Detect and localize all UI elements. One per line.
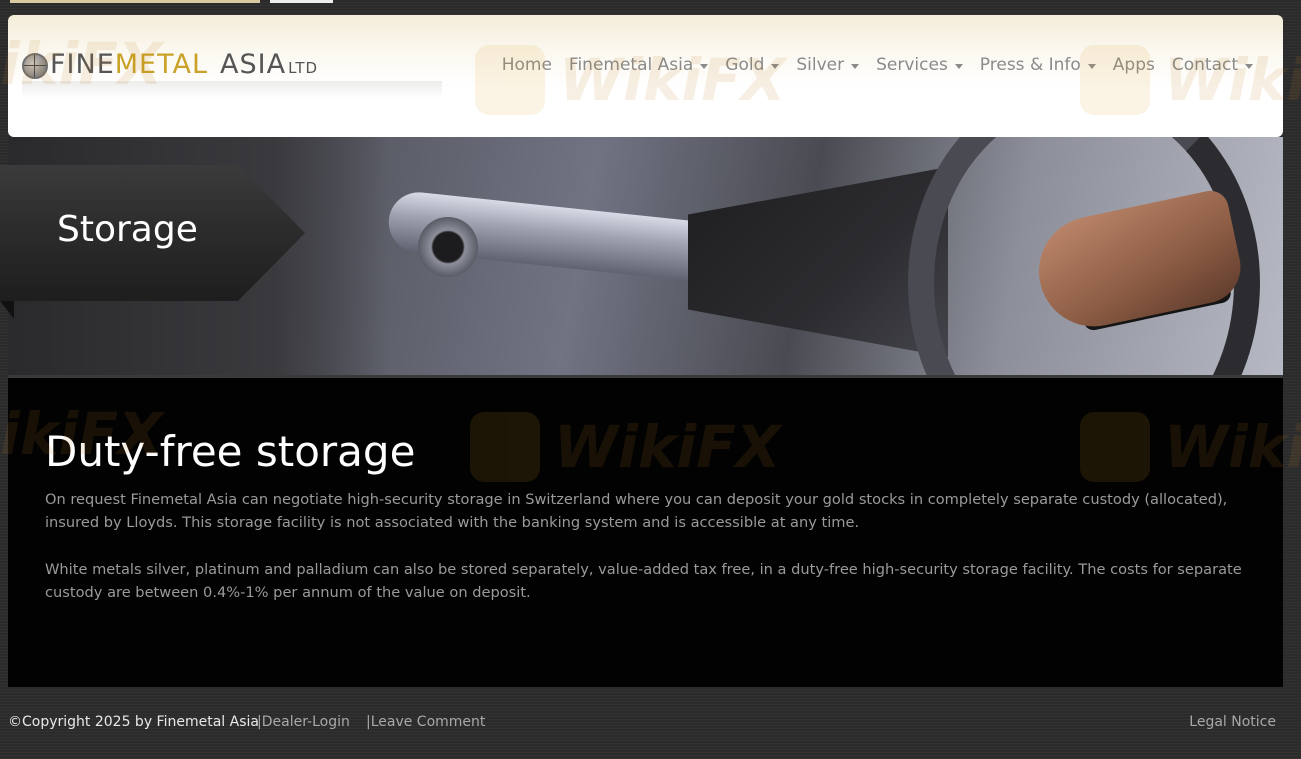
vault-hub-image xyxy=(418,217,478,277)
chevron-down-icon xyxy=(700,63,709,69)
content-paragraph-1: On request Finemetal Asia can negotiate … xyxy=(45,491,1228,531)
content-heading: Duty-free storage xyxy=(45,427,416,476)
nav-item-contact[interactable]: Contact xyxy=(1172,55,1253,75)
nav-item-silver[interactable]: Silver xyxy=(796,55,860,75)
nav-item-gold[interactable]: Gold xyxy=(725,55,780,75)
nav-item-label: Home xyxy=(501,55,552,75)
nav-item-label: Gold xyxy=(725,55,765,75)
nav-item-press-info[interactable]: Press & Info xyxy=(980,55,1096,75)
site-logo[interactable]: FINEMETAL ASIA LTD xyxy=(22,48,319,83)
logo-text-asia: ASIA xyxy=(220,48,287,80)
nav-item-apps[interactable]: Apps xyxy=(1113,55,1155,75)
chevron-down-icon xyxy=(771,63,780,69)
main-nav: Home Finemetal Asia Gold Silver Services… xyxy=(485,55,1253,75)
site-header: FINEMETAL ASIA LTD Home Finemetal Asia Gol… xyxy=(8,15,1283,137)
nav-item-services[interactable]: Services xyxy=(876,55,963,75)
logo-text-fine: FINE xyxy=(50,48,115,80)
nav-item-label: Press & Info xyxy=(979,55,1081,75)
copyright-text: ©Copyright 2025 by Finemetal Asia xyxy=(8,714,259,730)
top-strip xyxy=(10,0,260,3)
chevron-down-icon xyxy=(954,63,963,69)
top-strip-secondary xyxy=(270,0,333,3)
chevron-down-icon xyxy=(851,63,860,69)
chevron-down-icon xyxy=(1245,63,1253,69)
nav-item-label: Finemetal Asia xyxy=(568,55,694,75)
leave-comment-link[interactable]: |Leave Comment xyxy=(366,711,485,733)
globe-icon xyxy=(22,53,48,79)
page-title: Storage xyxy=(57,209,198,250)
chevron-down-icon xyxy=(1087,63,1096,69)
nav-item-label: Services xyxy=(876,55,948,75)
nav-item-label: Apps xyxy=(1112,55,1155,75)
legal-notice-link[interactable]: Legal Notice xyxy=(1189,711,1276,733)
nav-item-finemetal-asia[interactable]: Finemetal Asia xyxy=(568,55,709,75)
logo-reflection xyxy=(22,81,442,99)
logo-text: FINEMETAL ASIA LTD xyxy=(50,48,319,83)
logo-text-ltd: LTD xyxy=(288,58,319,77)
main-content: Duty-free storage On request Finemetal A… xyxy=(8,378,1283,687)
logo-text-metal: METAL xyxy=(114,48,209,80)
dealer-login-link[interactable]: |Dealer-Login xyxy=(257,711,350,733)
content-paragraph-2: White metals silver, platinum and pallad… xyxy=(45,561,1242,601)
nav-item-home[interactable]: Home xyxy=(502,55,552,75)
page-title-tab-fold xyxy=(0,301,14,319)
site-footer: ©Copyright 2025 by Finemetal Asia |Deale… xyxy=(8,711,1283,733)
nav-item-label: Silver xyxy=(796,55,845,75)
nav-item-label: Contact xyxy=(1171,55,1238,75)
